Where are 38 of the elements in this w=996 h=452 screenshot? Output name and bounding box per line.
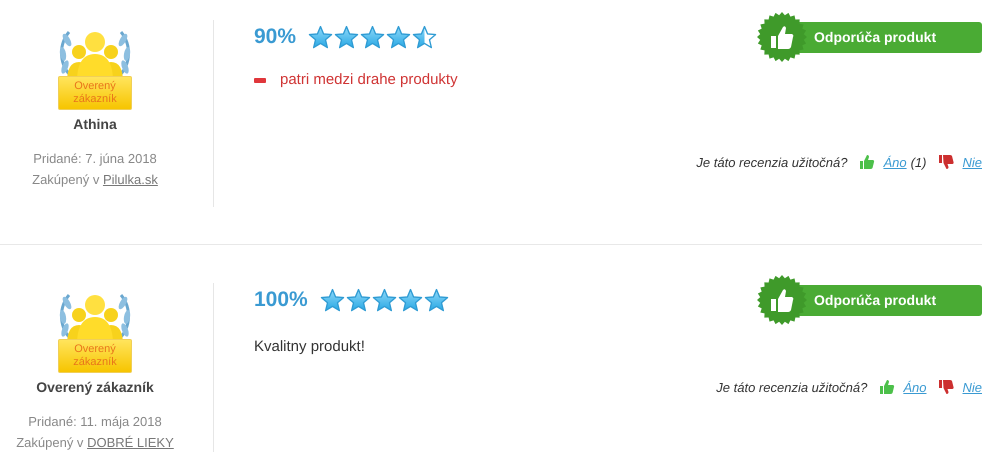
helpful-question: Je táto recenzia užitočná? xyxy=(716,380,868,394)
star-icon xyxy=(360,24,386,50)
purchase-label: Zakúpený v xyxy=(32,172,100,187)
review-text: Kvalitny produkt! xyxy=(254,337,366,357)
thumbs-up-icon xyxy=(756,274,808,326)
date-added: Pridané: 7. júna 2018 xyxy=(33,150,157,168)
thumbs-up-icon xyxy=(879,379,896,395)
shop-link[interactable]: DOBRÉ LIEKY xyxy=(87,435,174,450)
author-name: Overený zákazník xyxy=(36,379,154,395)
star-icon xyxy=(308,24,334,50)
author-name: Athina xyxy=(73,116,117,132)
minus-icon xyxy=(254,78,266,82)
star-icon xyxy=(372,288,397,312)
con-text: patri medzi drahe produkty xyxy=(280,70,458,90)
star-icon xyxy=(346,288,371,312)
purchase-label: Zakúpený v xyxy=(16,435,84,450)
yes-count: (1) xyxy=(910,154,926,170)
star-icon xyxy=(412,24,438,50)
star-icon xyxy=(386,24,412,50)
rating-percent: 90% xyxy=(254,25,296,49)
rating-percent: 100% xyxy=(254,288,308,312)
star-icon xyxy=(334,24,360,50)
badge-label: Overený zákazník xyxy=(58,339,132,373)
shop-link[interactable]: Pilulka.sk xyxy=(102,172,158,187)
ano-link[interactable]: Áno xyxy=(883,154,907,170)
star-icon xyxy=(424,288,449,312)
helpful-question: Je táto recenzia užitočná? xyxy=(696,154,848,170)
nie-link[interactable]: Nie xyxy=(962,380,982,394)
thumbs-up-icon xyxy=(756,11,808,63)
nie-link[interactable]: Nie xyxy=(962,154,982,170)
badge-label: Overený zákazník xyxy=(58,76,132,110)
thumbs-down-icon xyxy=(938,154,954,170)
thumbs-down-icon xyxy=(938,379,954,395)
star-icon xyxy=(398,288,423,312)
date-added: Pridané: 11. mája 2018 xyxy=(28,413,162,431)
star-icon xyxy=(320,288,345,312)
thumbs-up-icon xyxy=(859,154,876,170)
ano-link[interactable]: Áno xyxy=(903,380,926,394)
